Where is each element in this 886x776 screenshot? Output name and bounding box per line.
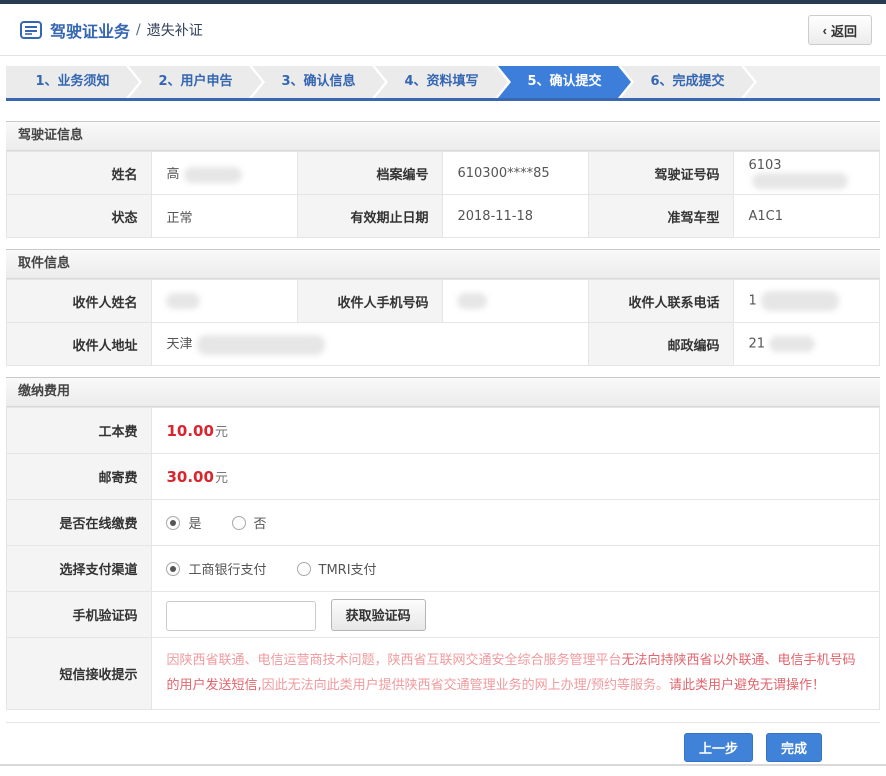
postage-fee-label: 邮寄费 — [7, 454, 152, 500]
table-row: 姓名 高 档案编号 610300****85 驾驶证号码 6103 — [7, 152, 880, 195]
recipient-address-label: 收件人地址 — [7, 323, 152, 366]
name-label: 姓名 — [7, 152, 152, 195]
back-button[interactable]: ‹ 返回 — [808, 15, 872, 45]
expiry-date-value: 2018-11-18 — [443, 195, 589, 238]
recipient-address-value: 天津 — [152, 323, 589, 366]
section-title-license: 驾驶证信息 — [6, 121, 880, 151]
section-license-info: 驾驶证信息 姓名 高 档案编号 610300****85 驾驶证号码 6103 … — [6, 121, 880, 238]
breadcrumb-separator: / — [136, 22, 141, 38]
zip-code-label: 邮政编码 — [589, 323, 734, 366]
recipient-name-value — [152, 280, 298, 323]
recipient-name-label: 收件人姓名 — [7, 280, 152, 323]
recipient-tel-label: 收件人联系电话 — [589, 280, 734, 323]
redacted-value — [197, 335, 325, 355]
radio-online-pay-no[interactable] — [232, 516, 246, 530]
redacted-value — [769, 336, 815, 352]
redacted-value — [166, 293, 200, 309]
section-pickup-info: 取件信息 收件人姓名 收件人手机号码 收件人联系电话 1 收件人地址 天津 邮政… — [6, 249, 880, 366]
work-fee-label: 工本费 — [7, 408, 152, 454]
archive-number-value: 610300****85 — [443, 152, 589, 195]
finish-button[interactable]: 完成 — [766, 733, 822, 762]
radio-channel-icbc-label[interactable]: 工商银行支付 — [188, 559, 266, 578]
redacted-value — [761, 291, 839, 311]
table-row: 是否在线缴费 是 否 — [7, 500, 880, 546]
table-row: 手机验证码 获取验证码 — [7, 592, 880, 638]
work-fee-value: 10.00元 — [152, 408, 880, 454]
online-pay-label: 是否在线缴费 — [7, 500, 152, 546]
sms-notice-label: 短信接收提示 — [7, 638, 152, 710]
archive-number-label: 档案编号 — [298, 152, 443, 195]
radio-online-pay-no-label[interactable]: 否 — [254, 513, 267, 532]
status-label: 状态 — [7, 195, 152, 238]
license-business-icon — [20, 21, 42, 39]
breadcrumb-current: 遗失补证 — [147, 20, 203, 40]
previous-step-button[interactable]: 上一步 — [684, 733, 753, 762]
recipient-tel-value: 1 — [734, 280, 880, 323]
radio-online-pay-yes-label[interactable]: 是 — [188, 513, 201, 532]
sms-code-label: 手机验证码 — [7, 592, 152, 638]
step-1-business-notice[interactable]: 1、业务须知 — [6, 66, 139, 98]
vehicle-class-label: 准驾车型 — [589, 195, 734, 238]
table-row: 状态 正常 有效期止日期 2018-11-18 准驾车型 A1C1 — [7, 195, 880, 238]
sms-notice-text: 因陕西省联通、电信运营商技术问题，陕西省互联网交通安全综合服务管理平台无法向持陕… — [152, 638, 880, 710]
table-row: 工本费 10.00元 — [7, 408, 880, 454]
section-title-pickup: 取件信息 — [6, 249, 880, 279]
postage-fee-amount: 30.00 — [166, 468, 213, 486]
get-code-button[interactable]: 获取验证码 — [331, 599, 426, 631]
table-row: 收件人姓名 收件人手机号码 收件人联系电话 1 — [7, 280, 880, 323]
license-number-label: 驾驶证号码 — [589, 152, 734, 195]
vehicle-class-value: A1C1 — [734, 195, 880, 238]
step-5-confirm-submit[interactable]: 5、确认提交 — [498, 66, 631, 98]
table-row: 收件人地址 天津 邮政编码 21 — [7, 323, 880, 366]
redacted-value — [184, 167, 242, 183]
redacted-value — [457, 293, 487, 309]
pay-channel-label: 选择支付渠道 — [7, 546, 152, 592]
sms-code-input[interactable] — [166, 601, 316, 631]
step-6-finish-submit[interactable]: 6、完成提交 — [621, 66, 754, 98]
notice-segment: 因此无法向此类用户提供陕西省交通管理业务的网上办理/预约等服务。 — [262, 678, 669, 693]
page-header: 驾驶证业务 / 遗失补证 ‹ 返回 — [0, 4, 886, 56]
redacted-value — [752, 173, 848, 189]
work-fee-amount: 10.00 — [166, 422, 213, 440]
radio-online-pay-yes[interactable] — [166, 516, 180, 530]
table-row: 选择支付渠道 工商银行支付 TMRI支付 — [7, 546, 880, 592]
footer-actions: 上一步 完成 — [6, 722, 880, 776]
page-title: 驾驶证业务 — [50, 18, 130, 42]
currency-unit: 元 — [215, 425, 228, 440]
license-number-value: 6103 — [734, 152, 880, 195]
section-fees: 缴纳费用 工本费 10.00元 邮寄费 30.00元 是否在线缴费 是 — [6, 377, 880, 710]
recipient-mobile-label: 收件人手机号码 — [298, 280, 443, 323]
step-2-user-declaration[interactable]: 2、用户申告 — [129, 66, 262, 98]
name-value: 高 — [152, 152, 298, 195]
zip-code-value: 21 — [734, 323, 880, 366]
step-4-fill-data[interactable]: 4、资料填写 — [375, 66, 508, 98]
chevron-left-icon: ‹ — [823, 23, 827, 38]
status-value: 正常 — [152, 195, 298, 238]
notice-segment: 因陕西省联通、电信运营商技术问题，陕西省互联网交通安全综合服务管理平台 — [166, 653, 621, 668]
back-button-label: 返回 — [831, 21, 857, 40]
table-row: 短信接收提示 因陕西省联通、电信运营商技术问题，陕西省互联网交通安全综合服务管理… — [7, 638, 880, 710]
expiry-date-label: 有效期止日期 — [298, 195, 443, 238]
notice-segment: 请此类用户避免无谓操作！ — [669, 678, 825, 693]
postage-fee-value: 30.00元 — [152, 454, 880, 500]
radio-channel-tmri[interactable] — [297, 562, 311, 576]
step-wizard: 1、业务须知 2、用户申告 3、确认信息 4、资料填写 5、确认提交 6、完成提… — [6, 66, 880, 101]
step-bar-filler — [744, 66, 880, 98]
currency-unit: 元 — [215, 471, 228, 486]
table-row: 邮寄费 30.00元 — [7, 454, 880, 500]
section-title-fees: 缴纳费用 — [6, 377, 880, 407]
recipient-mobile-value — [443, 280, 589, 323]
radio-channel-icbc[interactable] — [166, 562, 180, 576]
radio-channel-tmri-label[interactable]: TMRI支付 — [319, 559, 377, 578]
step-3-confirm-info[interactable]: 3、确认信息 — [252, 66, 385, 98]
